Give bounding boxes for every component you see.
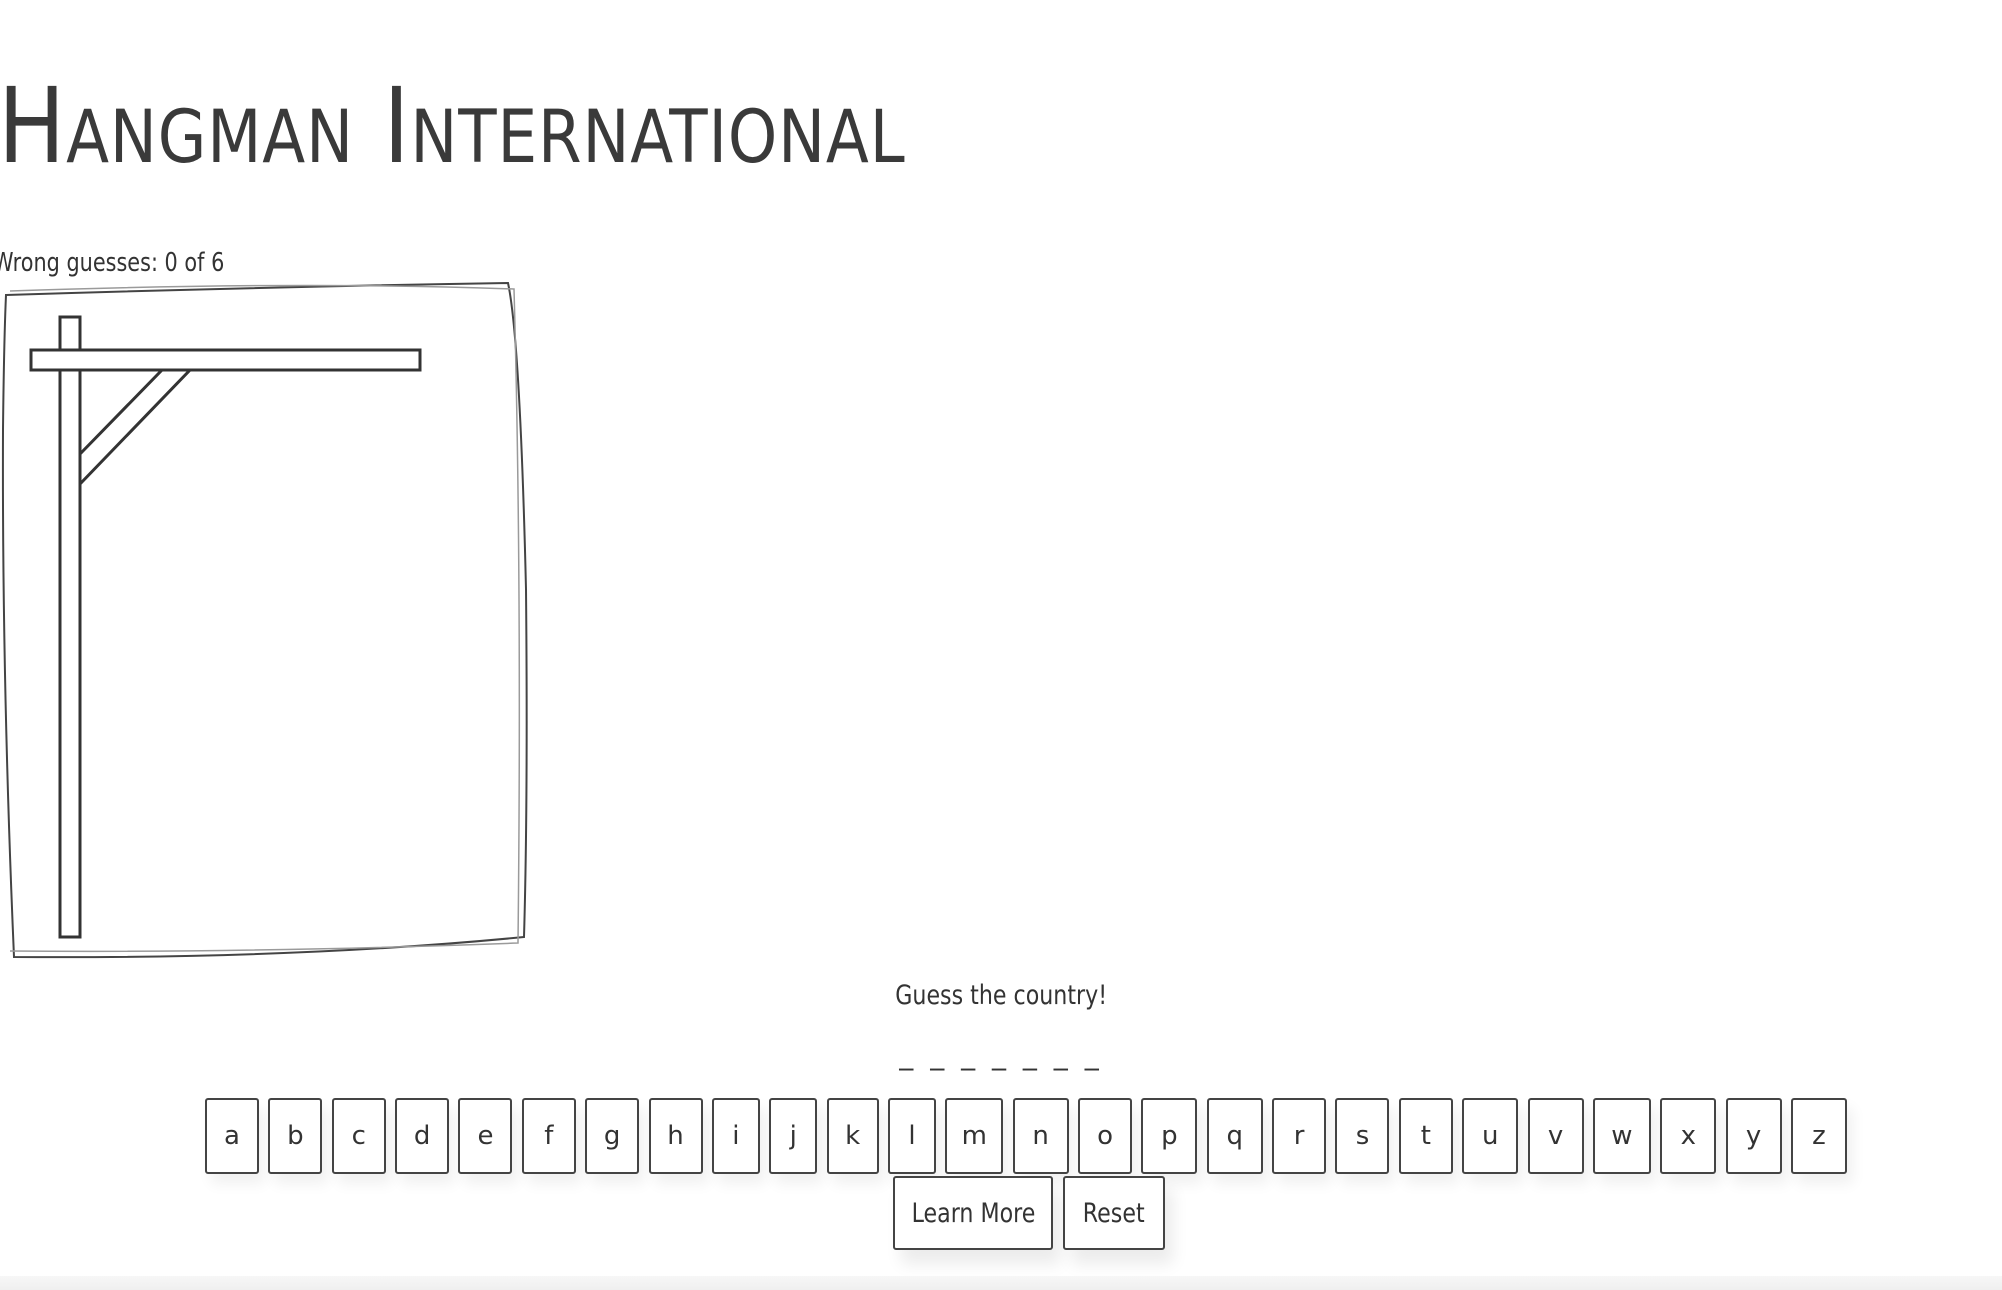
bottom-edge	[0, 1276, 2002, 1290]
letter-key-d[interactable]: d	[395, 1098, 450, 1174]
letter-key-l[interactable]: l	[887, 1098, 936, 1174]
letter-key-h[interactable]: h	[648, 1098, 703, 1174]
letter-key-i[interactable]: i	[711, 1098, 760, 1174]
letter-key-s[interactable]: s	[1335, 1098, 1390, 1174]
gallows-post	[58, 315, 82, 939]
letter-key-m[interactable]: m	[945, 1098, 1004, 1174]
masked-word: _ _ _ _ _ _ _	[899, 1038, 1103, 1071]
letter-key-k[interactable]: k	[826, 1098, 879, 1174]
letter-key-w[interactable]: w	[1592, 1098, 1651, 1174]
letter-keyboard: abcdefghijklmnopqrstuvwxyz	[205, 1098, 1847, 1174]
letter-key-q[interactable]: q	[1206, 1098, 1263, 1174]
letter-key-o[interactable]: o	[1078, 1098, 1133, 1174]
letter-key-u[interactable]: u	[1462, 1098, 1519, 1174]
gallows-svg	[1, 281, 528, 959]
letter-key-t[interactable]: t	[1398, 1098, 1453, 1174]
control-buttons: Learn More Reset	[893, 1176, 1165, 1250]
game-prompt-text: Guess the country!	[895, 980, 1107, 1011]
letter-key-j[interactable]: j	[769, 1098, 818, 1174]
gallows-beam	[29, 348, 422, 372]
learn-more-label: Learn More	[911, 1197, 1035, 1229]
letter-key-f[interactable]: f	[521, 1098, 576, 1174]
learn-more-button[interactable]: Learn More	[893, 1176, 1053, 1250]
reset-label: Reset	[1083, 1197, 1145, 1229]
wrong-guesses-counter: Wrong guesses: 0 of 6	[0, 248, 225, 278]
gallows-drawing	[0, 279, 528, 959]
letter-key-b[interactable]: b	[268, 1098, 323, 1174]
letter-key-r[interactable]: r	[1272, 1098, 1327, 1174]
letter-key-v[interactable]: v	[1527, 1098, 1584, 1174]
letter-key-e[interactable]: e	[458, 1098, 513, 1174]
letter-key-z[interactable]: z	[1790, 1098, 1847, 1174]
letter-key-c[interactable]: c	[331, 1098, 386, 1174]
letter-key-a[interactable]: a	[205, 1098, 259, 1174]
letter-key-g[interactable]: g	[585, 1098, 640, 1174]
letter-key-p[interactable]: p	[1141, 1098, 1198, 1174]
letter-key-x[interactable]: x	[1660, 1098, 1717, 1174]
page-title: Hangman International	[0, 65, 906, 187]
game-prompt: Guess the country!	[0, 978, 2002, 1014]
hangman-app: Hangman International Wrong guesses: 0 o…	[0, 0, 2002, 1290]
reset-button[interactable]: Reset	[1063, 1176, 1165, 1250]
letter-key-n[interactable]: n	[1012, 1098, 1069, 1174]
letter-key-y[interactable]: y	[1725, 1098, 1782, 1174]
